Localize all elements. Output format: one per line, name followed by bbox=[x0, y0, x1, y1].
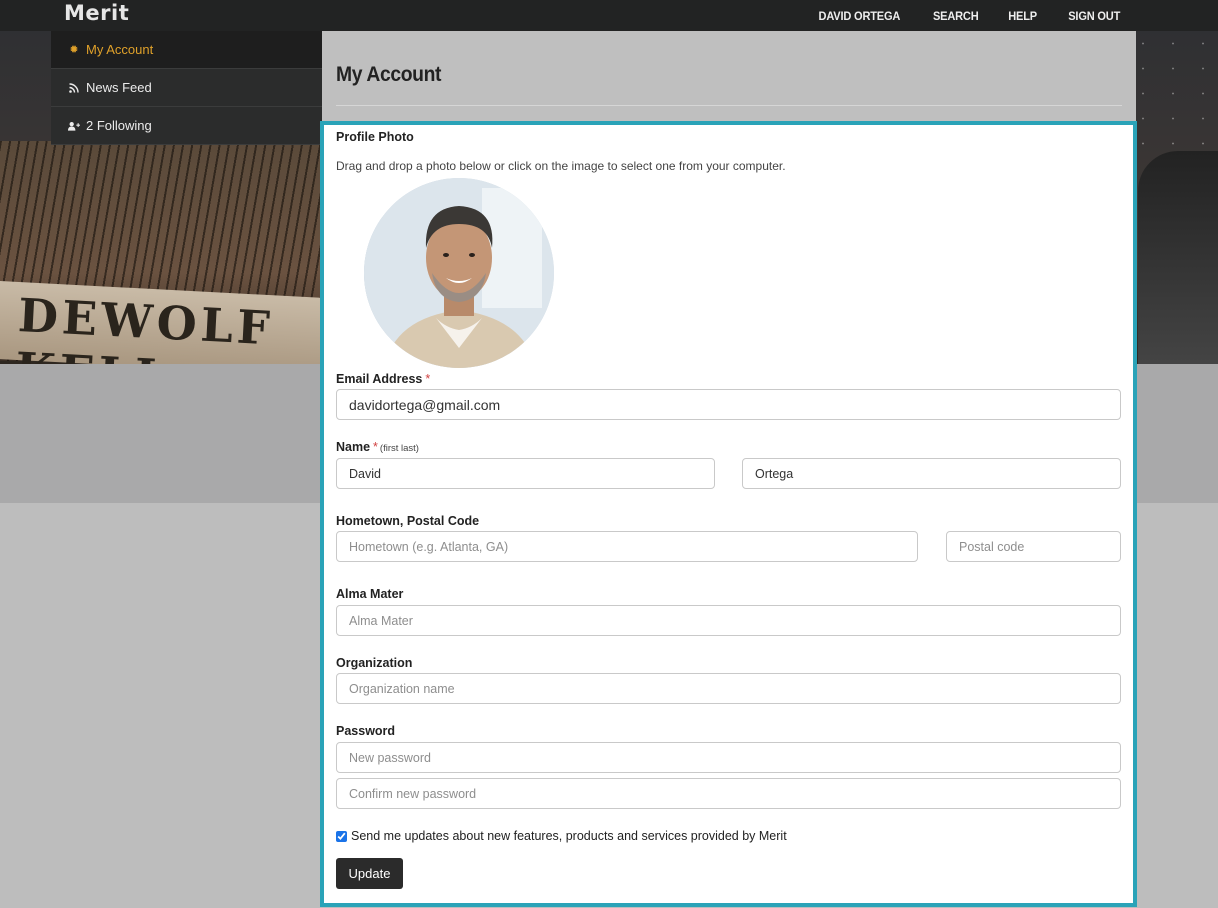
title-divider bbox=[336, 105, 1122, 106]
sidebar-item-news-feed[interactable]: News Feed bbox=[51, 69, 322, 107]
required-asterisk: * bbox=[373, 440, 378, 454]
main-panel-header: My Account bbox=[322, 31, 1136, 123]
update-button[interactable]: Update bbox=[336, 858, 403, 889]
alma-mater-field[interactable] bbox=[336, 605, 1121, 636]
email-field[interactable] bbox=[336, 389, 1121, 420]
updates-checkbox[interactable] bbox=[336, 830, 347, 842]
hero-silo bbox=[1138, 151, 1218, 364]
sidebar-item-label: News Feed bbox=[86, 80, 152, 95]
sidebar-item-following[interactable]: 2 Following bbox=[51, 107, 322, 145]
postal-code-field[interactable] bbox=[946, 531, 1121, 562]
sidebar-item-label: My Account bbox=[86, 42, 154, 57]
updates-opt-in[interactable]: Send me updates about new features, prod… bbox=[336, 829, 787, 843]
sidebar-item-my-account[interactable]: ✹ My Account bbox=[51, 31, 322, 69]
confirm-password-field[interactable] bbox=[336, 778, 1121, 809]
profile-photo-dropzone[interactable] bbox=[364, 178, 554, 368]
name-format-hint: (first last) bbox=[379, 443, 419, 454]
nav-search-link[interactable]: SEARCH bbox=[933, 9, 979, 23]
nav-user-link[interactable]: DAVID ORTEGA bbox=[819, 9, 901, 23]
account-form-card: Profile Photo Drag and drop a photo belo… bbox=[320, 121, 1137, 907]
organization-field[interactable] bbox=[336, 673, 1121, 704]
brand-logo[interactable]: Merit bbox=[64, 1, 129, 25]
top-nav-links: DAVID ORTEGA SEARCH HELP SIGN OUT bbox=[815, 0, 1122, 31]
name-label-text: Name bbox=[336, 440, 371, 454]
updates-checkbox-label: Send me updates about new features, prod… bbox=[351, 829, 787, 843]
hero-sign-text: DEWOLF KELL bbox=[14, 288, 275, 364]
hero-stars bbox=[1128, 31, 1218, 151]
hometown-field[interactable] bbox=[336, 531, 918, 562]
nav-help-link[interactable]: HELP bbox=[1009, 9, 1038, 23]
profile-photo-hint: Drag and drop a photo below or click on … bbox=[336, 159, 786, 173]
nav-signout-link[interactable]: SIGN OUT bbox=[1068, 9, 1120, 23]
required-asterisk: * bbox=[425, 372, 431, 386]
organization-label: Organization bbox=[336, 656, 413, 670]
gear-icon: ✹ bbox=[69, 44, 79, 56]
avatar bbox=[364, 178, 554, 368]
user-plus-icon bbox=[68, 121, 80, 131]
name-label: Name * (first last) bbox=[336, 440, 419, 454]
sidebar-item-label: 2 Following bbox=[86, 118, 152, 133]
sidebar: ✹ My Account News Feed 2 Following bbox=[51, 31, 322, 145]
alma-mater-label: Alma Mater bbox=[336, 587, 404, 601]
rss-icon bbox=[68, 82, 80, 93]
profile-photo-label: Profile Photo bbox=[336, 130, 414, 144]
page-title: My Account bbox=[336, 63, 442, 86]
first-name-field[interactable] bbox=[336, 458, 715, 489]
new-password-field[interactable] bbox=[336, 742, 1121, 773]
password-label: Password bbox=[336, 724, 396, 738]
email-label: Email Address * bbox=[336, 372, 430, 386]
last-name-field[interactable] bbox=[742, 458, 1121, 489]
hometown-label: Hometown, Postal Code bbox=[336, 514, 480, 528]
email-label-text: Email Address bbox=[336, 372, 423, 386]
top-navbar: Merit DAVID ORTEGA SEARCH HELP SIGN OUT bbox=[0, 0, 1218, 31]
